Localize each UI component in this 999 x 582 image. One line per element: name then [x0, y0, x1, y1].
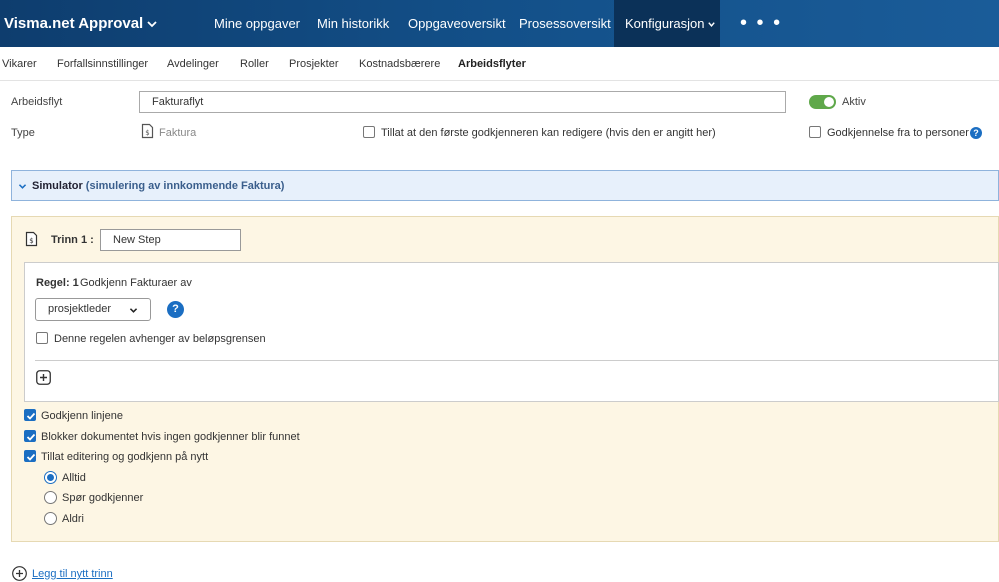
- nav-konfigurasjon-label: Konfigurasjon: [625, 16, 705, 31]
- tab-arbeidsflyter[interactable]: Arbeidsflyter: [458, 47, 526, 81]
- invoice-icon: $: [141, 123, 154, 139]
- simulator-subtitle: (simulering av innkommende Faktura): [85, 180, 285, 192]
- step-name-input[interactable]: [100, 229, 241, 251]
- radio-alltid-label: Alltid: [62, 472, 86, 484]
- nav-konfigurasjon[interactable]: Konfigurasjon: [614, 0, 720, 47]
- workflow-label: Arbeidsflyt: [11, 96, 63, 108]
- nav-mine-oppgaver[interactable]: Mine oppgaver: [214, 0, 300, 47]
- help-icon[interactable]: ?: [167, 301, 184, 318]
- rule-divider: [35, 360, 999, 361]
- allow-edit-checkbox[interactable]: [24, 450, 36, 462]
- two-person-label: Godkjennelse fra to personer: [827, 127, 969, 139]
- two-person-checkbox[interactable]: [809, 126, 821, 138]
- radio-aldri-label: Aldri: [62, 513, 85, 525]
- tab-prosjekter[interactable]: Prosjekter: [289, 47, 339, 81]
- step-label: Trinn 1 :: [51, 234, 94, 246]
- approver-select-value: prosjektleder: [48, 303, 111, 315]
- chevron-down-icon: [18, 184, 27, 189]
- amount-limit-label: Denne regelen avhenger av beløpsgrensen: [54, 333, 266, 345]
- help-icon[interactable]: ?: [970, 127, 982, 139]
- rule-label: Regel: 1: [36, 277, 79, 289]
- app-title[interactable]: Visma.net Approval: [4, 0, 143, 47]
- add-step-link[interactable]: Legg til nytt trinn: [32, 568, 113, 580]
- svg-text:$: $: [29, 237, 33, 245]
- nav-min-historikk[interactable]: Min historikk: [317, 0, 389, 47]
- config-subnav: Vikarer Forfallsinnstillinger Avdelinger…: [0, 47, 999, 81]
- workflow-name-input[interactable]: [139, 91, 786, 113]
- amount-limit-checkbox[interactable]: [36, 332, 48, 344]
- invoice-icon: $: [25, 231, 38, 247]
- more-menu-icon[interactable]: • • •: [740, 13, 782, 33]
- svg-text:$: $: [145, 129, 149, 137]
- radio-spor-godkjenner[interactable]: [44, 491, 57, 504]
- add-rule-icon[interactable]: [36, 370, 51, 385]
- radio-spor-godkjenner-label: Spør godkjenner: [62, 492, 144, 504]
- simulator-title-main: Simulator: [32, 180, 83, 192]
- simulator-title: Simulator (simulering av innkommende Fak…: [32, 171, 284, 201]
- type-label: Type: [11, 127, 35, 139]
- rule-text: Godkjenn Fakturaer av: [80, 277, 192, 289]
- tab-kostnadsbaerere[interactable]: Kostnadsbærere: [359, 47, 440, 81]
- radio-aldri[interactable]: [44, 512, 57, 525]
- allow-edit-label: Tillat editering og godkjenn på nytt: [41, 451, 209, 463]
- chevron-down-icon[interactable]: [146, 18, 158, 30]
- approve-lines-label: Godkjenn linjene: [41, 410, 123, 422]
- first-approver-edit-label: Tillat at den første godkjenneren kan re…: [381, 127, 716, 139]
- active-label: Aktiv: [842, 96, 866, 108]
- active-toggle[interactable]: [809, 95, 836, 109]
- chevron-down-icon: [129, 308, 138, 313]
- approver-select[interactable]: prosjektleder: [35, 298, 151, 321]
- approve-lines-checkbox[interactable]: [24, 409, 36, 421]
- tab-avdelinger[interactable]: Avdelinger: [167, 47, 219, 81]
- add-step-icon[interactable]: [12, 566, 27, 581]
- chevron-down-icon: [707, 22, 715, 28]
- tab-vikarer[interactable]: Vikarer: [2, 47, 37, 81]
- tab-forfallsinnstillinger[interactable]: Forfallsinnstillinger: [57, 47, 148, 81]
- block-document-checkbox[interactable]: [24, 430, 36, 442]
- tab-roller[interactable]: Roller: [240, 47, 269, 81]
- nav-oppgaveoversikt[interactable]: Oppgaveoversikt: [408, 0, 506, 47]
- top-navigation: Visma.net Approval Mine oppgaver Min his…: [0, 0, 999, 47]
- first-approver-edit-checkbox[interactable]: [363, 126, 375, 138]
- simulator-panel-header[interactable]: Simulator (simulering av innkommende Fak…: [11, 170, 999, 201]
- block-document-label: Blokker dokumentet hvis ingen godkjenner…: [41, 431, 300, 443]
- radio-alltid[interactable]: [44, 471, 57, 484]
- type-value: Faktura: [159, 127, 197, 139]
- nav-prosessoversikt[interactable]: Prosessoversikt: [519, 0, 611, 47]
